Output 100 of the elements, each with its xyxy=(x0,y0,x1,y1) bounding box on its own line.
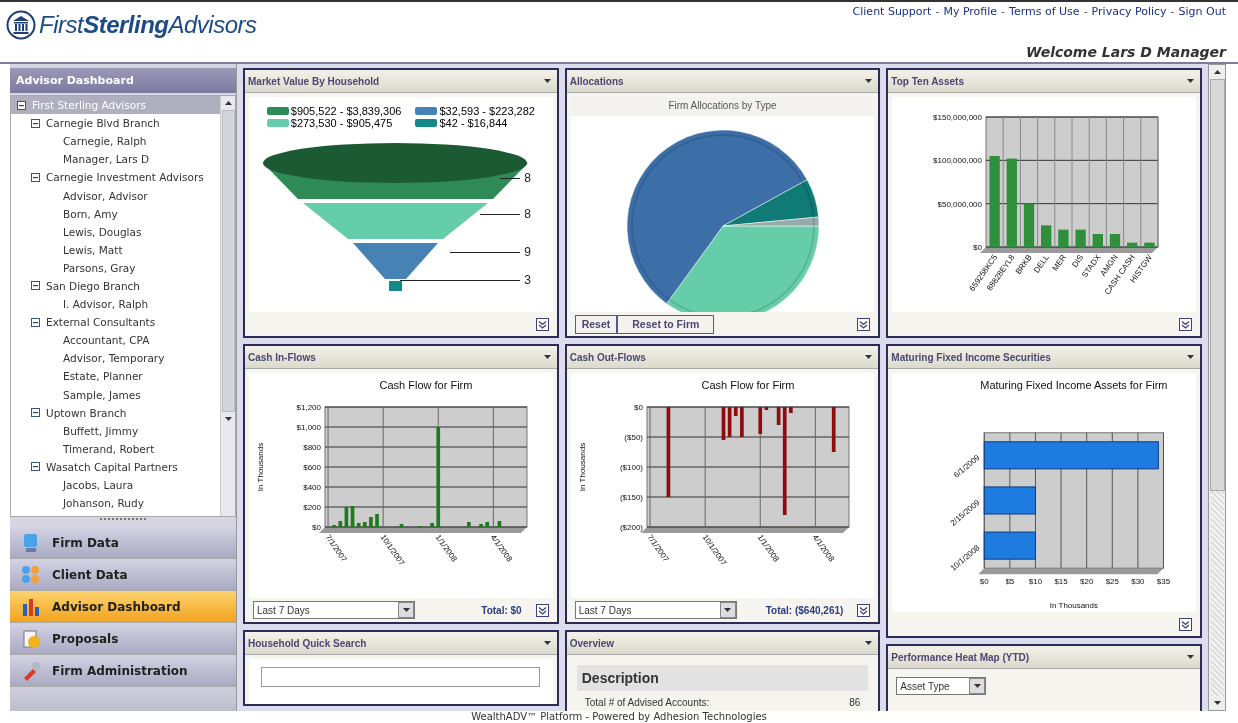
reset-button[interactable]: Reset to Firm xyxy=(617,314,715,334)
axis-label: DIS xyxy=(1070,253,1086,270)
tree-item[interactable]: Accountant, CPA xyxy=(11,331,220,350)
axis-label: $800 xyxy=(303,443,321,452)
tree-item[interactable]: Buffett, Jimmy xyxy=(11,421,220,440)
separator: - xyxy=(1170,5,1175,18)
scroll-down-arrow[interactable] xyxy=(1213,701,1221,705)
collapse-icon[interactable] xyxy=(31,172,40,182)
tree-item[interactable]: Parsons, Gray xyxy=(11,258,220,277)
scroll-thumb[interactable] xyxy=(221,110,235,412)
tree-label: Buffett, Jimmy xyxy=(63,424,139,437)
tree-item[interactable]: Born, Amy xyxy=(11,204,220,223)
tree-label: Lewis, Douglas xyxy=(63,225,142,238)
axis-label: ($200) xyxy=(619,523,643,532)
axis-label: $200 xyxy=(303,503,321,512)
collapse-icon[interactable] xyxy=(31,408,40,418)
header-link[interactable]: My Profile xyxy=(943,5,998,18)
axis-label: $0 xyxy=(311,523,321,532)
funnel-value: 8 xyxy=(524,171,531,185)
expand-down-icon[interactable] xyxy=(857,603,871,617)
panel-title: Performance Heat Map (YTD) xyxy=(891,651,1030,663)
scrollbar[interactable] xyxy=(220,96,235,516)
caret-icon[interactable] xyxy=(1187,79,1194,83)
scroll-up-arrow[interactable] xyxy=(224,101,232,105)
axis-label: ($150) xyxy=(619,493,643,502)
scrollbar[interactable] xyxy=(1208,64,1226,711)
tree-item[interactable]: I. Advisor, Ralph xyxy=(11,295,220,314)
header-link[interactable]: Client Support xyxy=(852,5,932,18)
header-link[interactable]: Sign Out xyxy=(1178,5,1226,18)
panel-title: Maturing Fixed Income Securities xyxy=(891,351,1051,363)
tree-label: External Consultants xyxy=(46,316,156,329)
expand-down-icon[interactable] xyxy=(1179,617,1192,631)
caret-icon[interactable] xyxy=(865,355,873,359)
dropdown[interactable]: Asset Type xyxy=(896,677,987,695)
tree-item[interactable]: Lewis, Douglas xyxy=(11,222,220,241)
collapse-icon[interactable] xyxy=(31,317,40,327)
nav-button[interactable]: Client Data xyxy=(10,559,236,591)
caret-icon[interactable] xyxy=(865,641,873,645)
nav-button[interactable]: Firm Data xyxy=(10,527,236,559)
collapse-icon[interactable] xyxy=(31,118,40,128)
expand-down-icon[interactable] xyxy=(535,317,549,331)
field-label: Total # of Advised Accounts: xyxy=(584,697,710,708)
collapse-icon[interactable] xyxy=(17,100,26,110)
funnel-value: 9 xyxy=(524,245,531,259)
tree-item[interactable]: Uptown Branch xyxy=(11,403,220,422)
search-field[interactable] xyxy=(261,667,541,687)
tree-item[interactable]: Timerand, Robert xyxy=(11,439,220,458)
tree-item[interactable]: Carnegie, Ralph xyxy=(11,132,220,151)
caret-icon[interactable] xyxy=(1187,655,1194,659)
expand-down-icon[interactable] xyxy=(535,603,549,617)
nav-button[interactable]: Proposals xyxy=(10,623,236,655)
tree-item[interactable]: Sample, James xyxy=(11,385,220,404)
tree-item[interactable]: External Consultants xyxy=(11,313,220,332)
collapse-icon[interactable] xyxy=(31,281,40,291)
expand-down-icon[interactable] xyxy=(857,317,871,331)
tree-label: Estate, Planner xyxy=(63,370,143,383)
tree-item[interactable]: Manager, Lars D xyxy=(11,150,220,169)
header-link[interactable]: Privacy Policy xyxy=(1091,5,1167,18)
axis-label: $600 xyxy=(303,463,321,472)
panel-title: Overview xyxy=(569,637,615,649)
tree-item[interactable]: Carnegie Blvd Branch xyxy=(11,114,220,133)
tree-item[interactable]: San Diego Branch xyxy=(11,276,220,296)
axis-label: $35 xyxy=(1157,577,1171,587)
sidebar-title: Advisor Dashboard xyxy=(10,68,236,93)
caret-icon[interactable] xyxy=(543,355,551,359)
tree-item[interactable]: Wasatch Capital Partners xyxy=(11,457,220,476)
tree-item[interactable]: Carnegie Investment Advisors xyxy=(11,168,220,187)
collapse-icon[interactable] xyxy=(31,462,40,472)
dropdown[interactable]: Last 7 Days xyxy=(253,601,415,619)
dropdown-arrow[interactable] xyxy=(402,608,410,612)
chart-title: Cash Flow for Firm xyxy=(701,379,794,391)
reset-button[interactable]: Reset xyxy=(574,314,618,334)
header-link[interactable]: Terms of Use xyxy=(1009,5,1080,18)
caret-icon[interactable] xyxy=(543,641,551,645)
tree-item[interactable]: Advisor, Temporary xyxy=(11,349,220,368)
caret-icon[interactable] xyxy=(865,79,873,83)
tree-label: Jacobs, Laura xyxy=(63,479,134,491)
tree-label: Carnegie, Ralph xyxy=(63,135,147,148)
dropdown[interactable]: Last 7 Days xyxy=(574,601,737,619)
leader-line xyxy=(480,213,521,215)
nav-button[interactable]: Firm Administration xyxy=(10,655,236,687)
tree-item[interactable]: Jacobs, Laura xyxy=(11,475,220,495)
caret-icon[interactable] xyxy=(1187,355,1194,359)
scroll-thumb[interactable] xyxy=(1209,79,1225,491)
footer-text: WealthADV™ Platform - Powered by Adhesion Technologies xyxy=(470,711,768,723)
nav-button[interactable]: Advisor Dashboard xyxy=(10,591,236,623)
panel-title: Cash Out-Flows xyxy=(569,351,646,363)
tree-item[interactable]: Advisor, Advisor xyxy=(11,186,220,205)
tree-label: Advisor, Temporary xyxy=(63,352,165,365)
caret-icon[interactable] xyxy=(543,79,551,83)
scroll-down-arrow[interactable] xyxy=(224,417,232,421)
axis-label: $5 xyxy=(1005,577,1015,587)
expand-down-icon[interactable] xyxy=(1179,317,1192,331)
tree-label: Carnegie Investment Advisors xyxy=(46,171,204,184)
tree-item[interactable]: Johanson, Rudy xyxy=(11,494,220,513)
dropdown-arrow[interactable] xyxy=(973,684,981,688)
scroll-up-arrow[interactable] xyxy=(1213,70,1221,74)
dropdown-arrow[interactable] xyxy=(724,608,732,612)
tree-item[interactable]: Lewis, Matt xyxy=(11,240,220,259)
tree-item[interactable]: Estate, Planner xyxy=(11,367,220,386)
